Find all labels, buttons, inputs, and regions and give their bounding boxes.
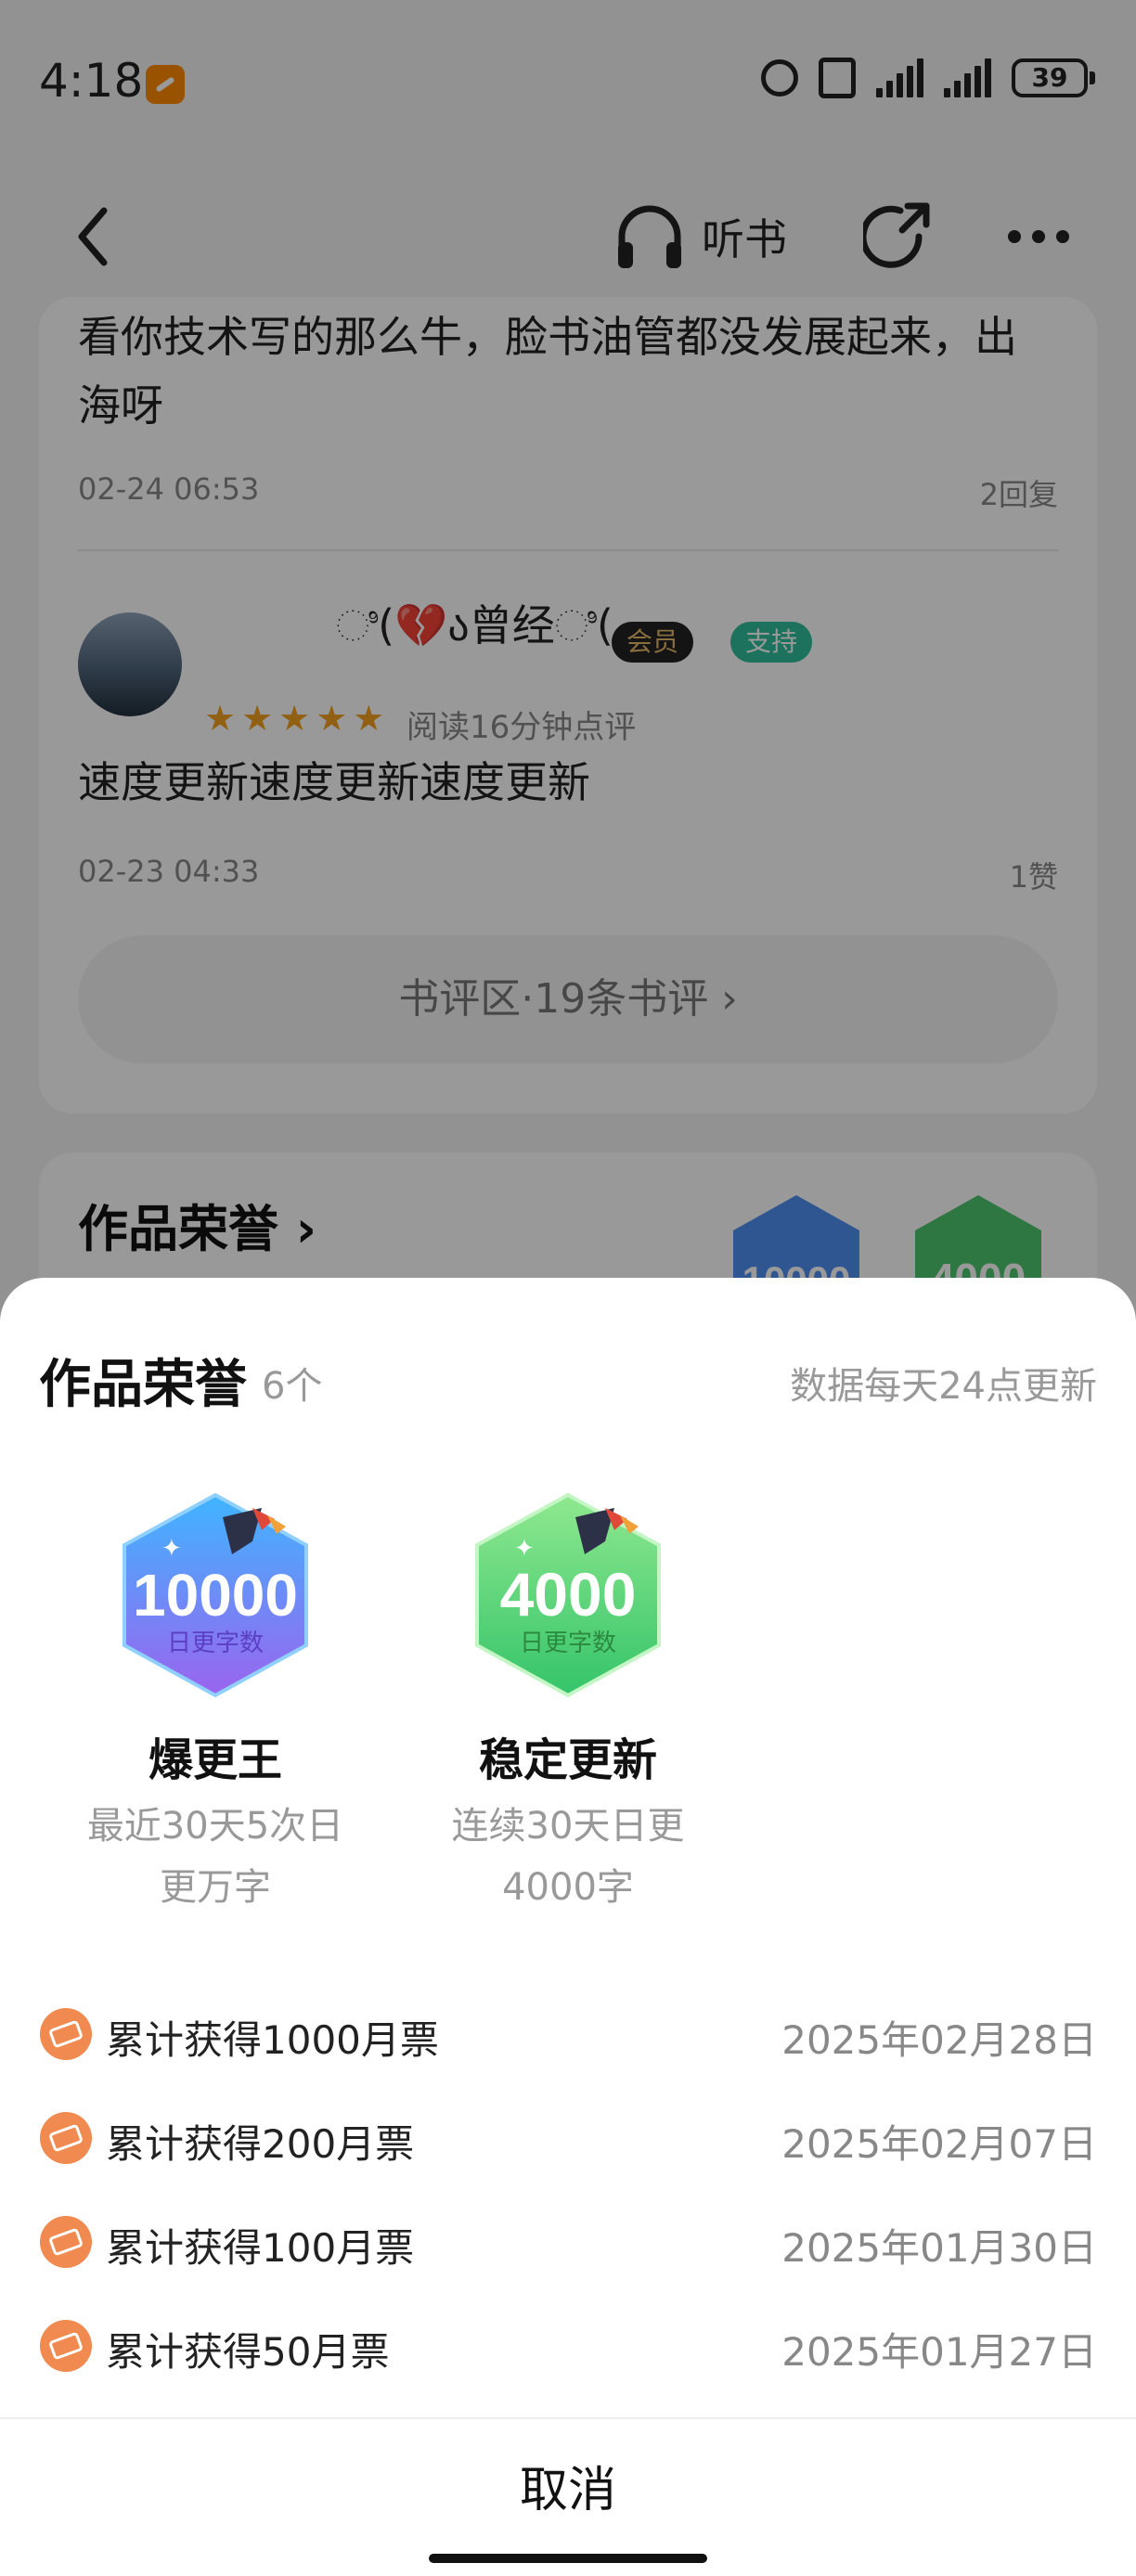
divider xyxy=(0,2417,1136,2419)
monthly-ticket-icon xyxy=(40,2216,92,2268)
cancel-button[interactable]: 取消 xyxy=(0,2421,1136,2560)
honor-item[interactable]: ✦ 10000 日更字数 爆更王 最近30天5次日 更万字 xyxy=(67,1482,364,1918)
honor-desc: 最近30天5次日 更万字 xyxy=(86,1805,344,1909)
badge-sub-label: 日更字数 xyxy=(520,1629,616,1657)
sheet-title: 作品荣誉 xyxy=(39,1355,247,1415)
ticket-label: 累计获得1000月票 xyxy=(106,2017,439,2063)
honor-sheet: 作品荣誉 6个 数据每天24点更新 ✦ 10000 日更字数 爆更王 最近30天… xyxy=(0,1278,1136,2576)
honor-item[interactable]: ✦ 4000 日更字数 稳定更新 连续30天日更 4000字 xyxy=(420,1482,716,1918)
ticket-label: 累计获得100月票 xyxy=(106,2225,415,2271)
ticket-date: 2025年01月30日 xyxy=(781,2225,1097,2271)
ticket-row: 累计获得200月票 2025年02月07日 xyxy=(39,2102,1097,2176)
ticket-date: 2025年01月27日 xyxy=(781,2329,1097,2375)
svg-text:✦: ✦ xyxy=(514,1535,535,1563)
badge-sub-label: 日更字数 xyxy=(167,1629,264,1657)
monthly-ticket-icon xyxy=(40,2112,92,2164)
ticket-row: 累计获得100月票 2025年01月30日 xyxy=(39,2206,1097,2280)
ticket-date: 2025年02月07日 xyxy=(781,2121,1097,2167)
ticket-date: 2025年02月28日 xyxy=(781,2017,1097,2063)
sheet-count: 6个 xyxy=(262,1365,323,1408)
ticket-label: 累计获得50月票 xyxy=(106,2329,390,2375)
monthly-ticket-icon xyxy=(40,2008,92,2060)
honor-name: 爆更王 xyxy=(148,1734,282,1786)
honor-name: 稳定更新 xyxy=(478,1734,657,1786)
ticket-row: 累计获得50月票 2025年01月27日 xyxy=(39,2310,1097,2384)
badge-number: 10000 xyxy=(133,1562,298,1629)
ticket-row: 累计获得1000月票 2025年02月28日 xyxy=(39,1998,1097,2072)
badge-10000-icon: ✦ 10000 日更字数 xyxy=(123,1492,308,1698)
svg-text:✦: ✦ xyxy=(161,1535,182,1563)
sheet-note: 数据每天24点更新 xyxy=(790,1365,1097,1408)
badge-number: 4000 xyxy=(500,1560,637,1629)
honor-desc: 连续30天日更 4000字 xyxy=(451,1805,685,1909)
ticket-label: 累计获得200月票 xyxy=(106,2121,415,2167)
home-indicator[interactable] xyxy=(429,2554,707,2563)
monthly-ticket-icon xyxy=(40,2320,92,2372)
badge-4000-icon: ✦ 4000 日更字数 xyxy=(475,1492,661,1698)
